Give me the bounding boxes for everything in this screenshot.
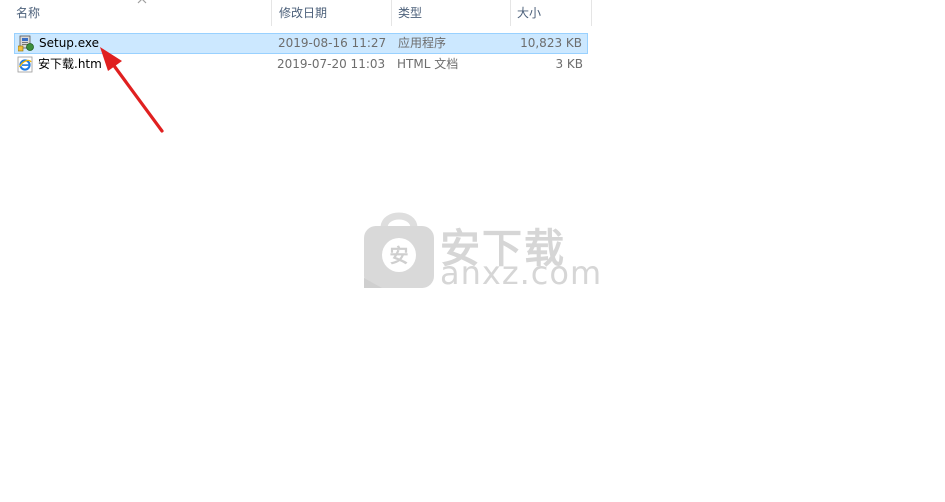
watermark-domain: anxz.com	[440, 254, 603, 292]
watermark: 安 安下载 anxz.com	[362, 208, 601, 294]
watermark-badge: 安	[389, 244, 408, 267]
shopping-bag-logo-icon: 安	[364, 212, 434, 288]
